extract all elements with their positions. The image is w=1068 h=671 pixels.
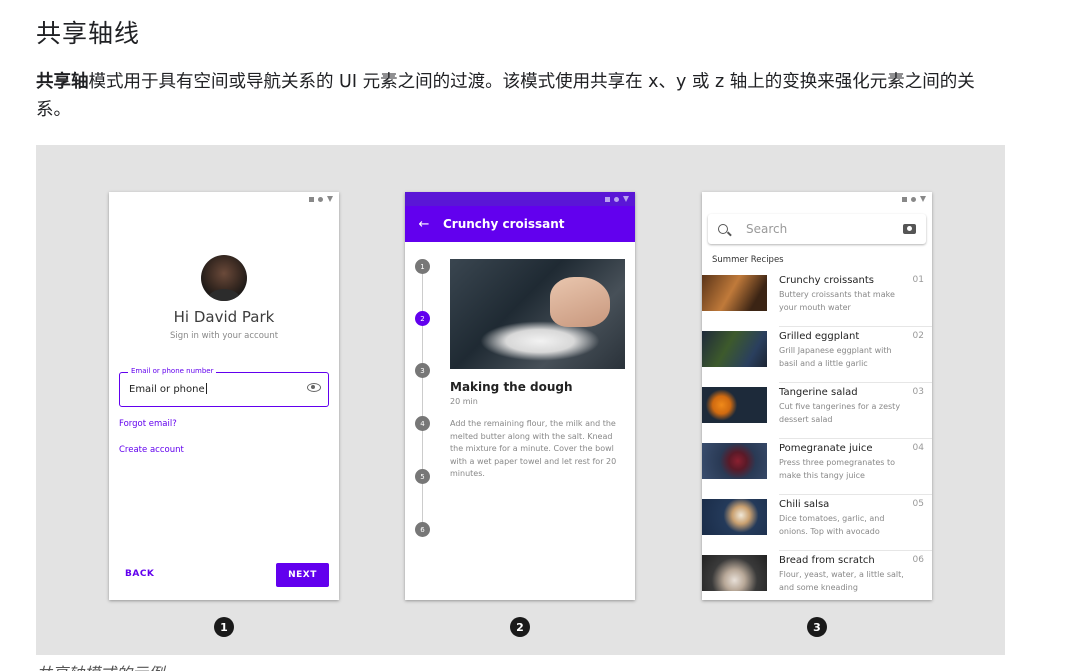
avatar (201, 255, 247, 301)
list-item[interactable]: Grilled eggplant Grill Japanese eggplant… (702, 331, 932, 387)
back-button[interactable]: BACK (125, 569, 154, 579)
wifi-icon (614, 196, 619, 202)
step-2[interactable]: 2 (415, 311, 430, 326)
page-title: 共享轴线 (36, 19, 141, 48)
recipe-thumbnail (702, 443, 767, 479)
step-badge-2: 2 (510, 617, 530, 637)
search-bar[interactable]: Search (708, 214, 926, 244)
row-divider (779, 438, 932, 439)
step-duration: 20 min (450, 397, 478, 406)
recipe-title: Crunchy croissants (779, 275, 875, 286)
recipe-title: Tangerine salad (779, 387, 858, 398)
recipe-number: 06 (912, 555, 924, 565)
list-item[interactable]: Tangerine salad Cut five tangerines for … (702, 387, 932, 443)
signal-icon (902, 196, 907, 202)
recipe-number: 03 (912, 387, 924, 397)
status-bar (109, 192, 339, 206)
row-divider (779, 494, 932, 495)
app-bar-title: Crunchy croissant (443, 217, 565, 231)
row-divider (779, 326, 932, 327)
search-icon[interactable] (718, 224, 728, 234)
wifi-icon (911, 196, 916, 202)
recipe-thumbnail (702, 387, 767, 423)
recipe-desc: Dice tomatoes, garlic, and onions. Top w… (779, 514, 885, 536)
section-label: Summer Recipes (712, 255, 784, 265)
example-figure: Hi David Park Sign in with your account … (36, 145, 1005, 655)
recipe-desc: Flour, yeast, water, a little salt, and … (779, 570, 904, 592)
recipe-number: 01 (912, 275, 924, 285)
flour-shape (480, 321, 600, 361)
step-title: Making the dough (450, 380, 573, 394)
recipe-desc: Buttery croissants that make your mouth … (779, 290, 895, 312)
step-body: Add the remaining flour, the milk and th… (450, 419, 617, 478)
camera-icon[interactable] (903, 224, 916, 234)
phone-recipe-list: Search Summer Recipes Crunchy croissants… (702, 192, 932, 600)
phone-recipe-steps: ← Crunchy croissant 1 2 3 4 5 6 Making t… (405, 192, 635, 600)
recipe-desc: Cut five tangerines for a zesty dessert … (779, 402, 901, 424)
step-6[interactable]: 6 (415, 522, 430, 537)
battery-icon (623, 196, 629, 202)
step-badge-1: 1 (214, 617, 234, 637)
list-item[interactable]: Chili salsa Dice tomatoes, garlic, and o… (702, 499, 932, 555)
status-bar (702, 192, 932, 206)
figure-caption: 共享轴模式的示例 (36, 660, 164, 671)
row-divider (779, 382, 932, 383)
recipe-number: 05 (912, 499, 924, 509)
recipe-title: Chili salsa (779, 499, 830, 510)
list-item[interactable]: Pomegranate juice Press three pomegranat… (702, 443, 932, 499)
step-1[interactable]: 1 (415, 259, 430, 274)
step-4[interactable]: 4 (415, 416, 430, 431)
forgot-email-link[interactable]: Forgot email? (119, 419, 177, 429)
back-arrow-icon[interactable]: ← (405, 217, 443, 232)
search-input[interactable]: Search (746, 222, 903, 236)
stepper: 1 2 3 4 5 6 (415, 259, 431, 539)
stepper-line (422, 265, 423, 530)
sign-in-subtitle: Sign in with your account (169, 331, 279, 341)
recipe-thumbnail (702, 555, 767, 591)
intro-text: 模式用于具有空间或导航关系的 UI 元素之间的过渡。该模式使用共享在 x、y 或… (36, 72, 975, 120)
recipe-number: 02 (912, 331, 924, 341)
dough-photo (450, 259, 625, 369)
step-3[interactable]: 3 (415, 363, 430, 378)
row-divider (779, 550, 932, 551)
step-5[interactable]: 5 (415, 469, 430, 484)
create-account-link[interactable]: Create account (119, 445, 184, 455)
signal-icon (309, 196, 314, 202)
recipe-number: 04 (912, 443, 924, 453)
signal-icon (605, 196, 610, 202)
recipe-thumbnail (702, 331, 767, 367)
battery-icon (327, 196, 333, 202)
recipe-title: Pomegranate juice (779, 443, 873, 454)
intro-paragraph: 共享轴模式用于具有空间或导航关系的 UI 元素之间的过渡。该模式使用共享在 x、… (36, 68, 1006, 124)
wifi-icon (318, 196, 323, 202)
email-field-value[interactable]: Email or phone (129, 383, 207, 395)
recipe-desc: Grill Japanese eggplant with basil and a… (779, 346, 892, 368)
recipe-thumbnail (702, 499, 767, 535)
status-bar (405, 192, 635, 206)
email-field-label: Email or phone number (128, 367, 217, 375)
email-field[interactable]: Email or phone number Email or phone (119, 367, 329, 407)
phone-sign-in: Hi David Park Sign in with your account … (109, 192, 339, 600)
recipe-title: Bread from scratch (779, 555, 875, 566)
next-button[interactable]: NEXT (276, 563, 329, 587)
hand-shape (550, 277, 610, 327)
app-bar: ← Crunchy croissant (405, 206, 635, 242)
list-item[interactable]: Bread from scratch Flour, yeast, water, … (702, 555, 932, 600)
greeting: Hi David Park (173, 308, 275, 326)
recipe-thumbnail (702, 275, 767, 311)
recipe-desc: Press three pomegranates to make this ta… (779, 458, 896, 480)
eye-icon[interactable] (307, 383, 321, 392)
intro-bold: 共享轴 (36, 72, 89, 92)
battery-icon (920, 196, 926, 202)
recipe-title: Grilled eggplant (779, 331, 860, 342)
list-item[interactable]: Crunchy croissants Buttery croissants th… (702, 275, 932, 331)
step-badge-3: 3 (807, 617, 827, 637)
